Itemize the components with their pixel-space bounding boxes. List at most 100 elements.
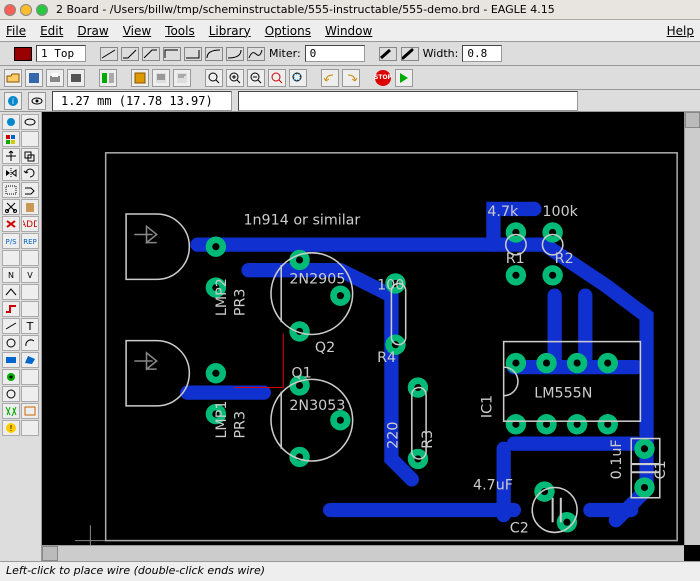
bend-90b[interactable] [184, 47, 202, 61]
script-icon[interactable] [152, 69, 170, 87]
miter-input[interactable]: 0 [305, 45, 365, 62]
zoom-in-icon[interactable] [226, 69, 244, 87]
layer-select[interactable]: 1 Top [36, 45, 86, 62]
menu-help[interactable]: Help [667, 24, 694, 38]
change-tool[interactable] [21, 182, 39, 198]
add-tool[interactable]: ADD [21, 216, 39, 232]
ripup-tool[interactable] [21, 301, 39, 317]
info-icon[interactable]: i [4, 92, 22, 110]
svg-text:R1: R1 [506, 251, 525, 267]
menu-view[interactable]: View [123, 24, 151, 38]
svg-text:LMP2: LMP2 [214, 278, 230, 316]
svg-text:P/S: P/S [5, 238, 17, 246]
svg-text:i: i [12, 97, 14, 106]
width-input[interactable]: 0.8 [462, 45, 502, 62]
svg-text:Q2: Q2 [315, 340, 335, 356]
bend-45a[interactable] [121, 47, 139, 61]
board-canvas[interactable]: 1n914 or similar 2N2905 2N3053 Q2 Q1 LMP… [42, 112, 700, 561]
rect-tool[interactable] [2, 352, 20, 368]
ratsnest-tool[interactable] [2, 403, 20, 419]
svg-text:4.7k: 4.7k [487, 204, 519, 220]
bend-arc-b[interactable] [226, 47, 244, 61]
wire-tool[interactable] [2, 318, 20, 334]
close-window-button[interactable] [4, 4, 16, 16]
zoom-window-button[interactable] [36, 4, 48, 16]
menu-options[interactable]: Options [265, 24, 311, 38]
replace-tool[interactable]: REP [21, 233, 39, 249]
rotate-tool[interactable] [21, 165, 39, 181]
cam-icon[interactable] [67, 69, 85, 87]
end-style-b[interactable] [401, 47, 419, 61]
undo-icon[interactable] [321, 69, 339, 87]
errors-tool[interactable] [21, 420, 39, 436]
paste-tool[interactable] [21, 199, 39, 215]
value-tool[interactable]: V [21, 267, 39, 283]
svg-text:R2: R2 [555, 251, 574, 267]
pinswap-tool[interactable]: P/S [2, 233, 20, 249]
ulp-icon[interactable] [173, 69, 191, 87]
redo-icon[interactable] [342, 69, 360, 87]
arc-tool[interactable] [21, 335, 39, 351]
open-icon[interactable] [4, 69, 22, 87]
mark-tool[interactable] [21, 131, 39, 147]
split-tool[interactable] [2, 284, 20, 300]
svg-text:N: N [8, 271, 14, 280]
polygon-tool[interactable] [21, 352, 39, 368]
show-tool[interactable] [21, 114, 39, 130]
board-sch-icon[interactable] [99, 69, 117, 87]
auto-tool[interactable] [21, 403, 39, 419]
menu-file[interactable]: File [6, 24, 26, 38]
vertical-scrollbar[interactable] [684, 112, 700, 545]
group-tool[interactable] [2, 182, 20, 198]
menu-window[interactable]: Window [325, 24, 372, 38]
smash-tool[interactable] [21, 250, 39, 266]
status-text: Left-click to place wire (double-click e… [6, 564, 265, 577]
zoom-out-icon[interactable] [247, 69, 265, 87]
zoom-select-icon[interactable] [289, 69, 307, 87]
route-tool[interactable] [2, 301, 20, 317]
command-input[interactable] [238, 91, 578, 111]
signal-tool[interactable] [21, 369, 39, 385]
text-tool[interactable]: T [21, 318, 39, 334]
go-icon[interactable] [395, 69, 413, 87]
move-tool[interactable] [2, 148, 20, 164]
bend-straight[interactable] [100, 47, 118, 61]
erc-tool[interactable]: ! [2, 420, 20, 436]
print-icon[interactable] [46, 69, 64, 87]
mirror-tool[interactable] [2, 165, 20, 181]
via-tool[interactable] [2, 369, 20, 385]
zoom-redraw-icon[interactable] [268, 69, 286, 87]
cut-tool[interactable] [2, 199, 20, 215]
lock-tool[interactable] [2, 250, 20, 266]
save-icon[interactable] [25, 69, 43, 87]
stop-icon[interactable]: STOP [374, 69, 392, 87]
info-tool[interactable] [2, 114, 20, 130]
copy-tool[interactable] [21, 148, 39, 164]
horizontal-scrollbar[interactable] [42, 545, 684, 561]
circle-tool[interactable] [2, 335, 20, 351]
bend-arc-a[interactable] [205, 47, 223, 61]
miter-tool[interactable] [21, 284, 39, 300]
menu-library[interactable]: Library [209, 24, 251, 38]
menu-edit[interactable]: Edit [40, 24, 63, 38]
menu-draw[interactable]: Draw [77, 24, 108, 38]
coordinate-bar: i 1.27 mm (17.78 13.97) [0, 90, 700, 112]
layer-tool[interactable] [2, 131, 20, 147]
name-tool[interactable]: N [2, 267, 20, 283]
main-toolbar: STOP [0, 66, 700, 90]
hole-tool[interactable] [2, 386, 20, 402]
end-style-a[interactable] [379, 47, 397, 61]
svg-text:1n914 or similar: 1n914 or similar [243, 212, 360, 228]
bend-s[interactable] [247, 47, 265, 61]
zoom-fit-icon[interactable] [205, 69, 223, 87]
delete-tool[interactable] [2, 216, 20, 232]
layer-color-swatch[interactable] [14, 47, 32, 61]
menu-tools[interactable]: Tools [165, 24, 195, 38]
minimize-window-button[interactable] [20, 4, 32, 16]
svg-text:100k: 100k [542, 204, 578, 220]
library-list-icon[interactable] [131, 69, 149, 87]
bend-45b[interactable] [142, 47, 160, 61]
attribute-tool[interactable] [21, 386, 39, 402]
bend-90a[interactable] [163, 47, 181, 61]
eye-icon[interactable] [28, 92, 46, 110]
